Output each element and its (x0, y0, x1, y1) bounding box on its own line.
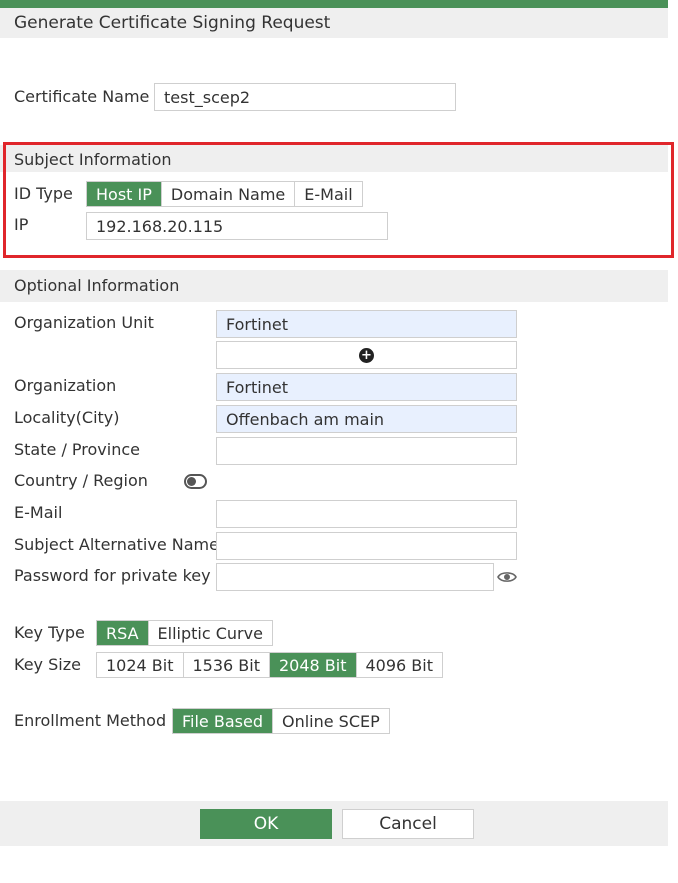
optional-information-title: Optional Information (14, 276, 180, 295)
locality-input[interactable] (216, 405, 517, 433)
country-label: Country / Region (14, 471, 148, 490)
key-size-option-4096[interactable]: 4096 Bit (355, 653, 443, 677)
toggle-icon (187, 477, 196, 486)
enrollment-option-file-based[interactable]: File Based (173, 709, 272, 733)
state-input[interactable] (216, 437, 517, 465)
optional-information-section: Optional Information (0, 270, 668, 302)
enrollment-method-label: Enrollment Method (14, 711, 167, 730)
org-unit-input[interactable] (216, 310, 517, 338)
top-accent-bar (0, 0, 668, 8)
plus-circle-icon: + (359, 347, 374, 363)
country-toggle[interactable] (184, 474, 207, 489)
dialog-title: Generate Certificate Signing Request (14, 13, 331, 33)
org-unit-label: Organization Unit (14, 313, 154, 332)
locality-label: Locality(City) (14, 408, 120, 427)
key-size-option-1536[interactable]: 1536 Bit (182, 653, 270, 677)
add-org-unit-button[interactable]: + (216, 341, 517, 369)
key-type-option-elliptic-curve[interactable]: Elliptic Curve (147, 621, 272, 645)
dialog-footer (0, 801, 668, 846)
key-size-selector: 1024 Bit 1536 Bit 2048 Bit 4096 Bit (96, 652, 443, 678)
enrollment-option-online-scep[interactable]: Online SCEP (271, 709, 389, 733)
san-label: Subject Alternative Name (14, 535, 219, 554)
ip-label: IP (14, 215, 29, 234)
id-type-option-email[interactable]: E-Mail (294, 182, 361, 206)
key-type-selector: RSA Elliptic Curve (96, 620, 273, 646)
certificate-name-label: Certificate Name (14, 87, 150, 106)
certificate-name-input[interactable] (154, 83, 456, 111)
key-type-label: Key Type (14, 623, 85, 642)
email-label: E-Mail (14, 503, 63, 522)
key-size-label: Key Size (14, 655, 81, 674)
enrollment-method-selector: File Based Online SCEP (172, 708, 390, 734)
cancel-button[interactable]: Cancel (342, 809, 474, 839)
dialog-header: Generate Certificate Signing Request (0, 8, 668, 38)
id-type-selector: Host IP Domain Name E-Mail (86, 181, 363, 207)
ok-button[interactable]: OK (200, 809, 332, 839)
eye-icon[interactable] (497, 570, 517, 584)
password-label: Password for private key (14, 566, 211, 585)
san-input[interactable] (216, 532, 517, 560)
organization-input[interactable] (216, 373, 517, 401)
state-label: State / Province (14, 440, 140, 459)
key-type-option-rsa[interactable]: RSA (97, 621, 148, 645)
id-type-option-domain-name[interactable]: Domain Name (160, 182, 294, 206)
organization-label: Organization (14, 376, 117, 395)
key-size-option-1024[interactable]: 1024 Bit (97, 653, 183, 677)
id-type-option-host-ip[interactable]: Host IP (87, 182, 161, 206)
ip-input[interactable] (86, 212, 388, 240)
key-size-option-2048[interactable]: 2048 Bit (269, 653, 356, 677)
password-input[interactable] (216, 563, 494, 591)
email-input[interactable] (216, 500, 517, 528)
id-type-label: ID Type (14, 184, 73, 203)
